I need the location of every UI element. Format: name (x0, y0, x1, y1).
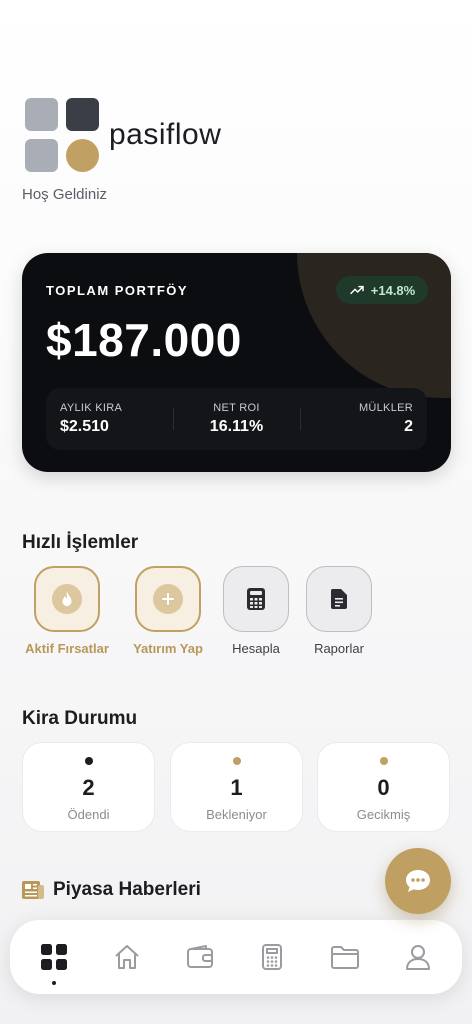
dashboard-grid-icon (41, 944, 68, 970)
app-name: pasiflow (109, 118, 222, 151)
stat-value: 2 (404, 418, 413, 435)
rent-card-pending[interactable]: 1 Bekleniyor (170, 742, 303, 832)
wallet-icon (186, 945, 213, 968)
chat-button[interactable] (385, 848, 451, 914)
flame-icon (52, 584, 82, 614)
stat-value: 16.11% (209, 418, 264, 435)
nav-profile[interactable] (398, 937, 438, 977)
logo-square (25, 98, 58, 131)
nav-dashboard[interactable] (34, 937, 74, 985)
nav-calculator[interactable] (252, 937, 292, 977)
nav-folder[interactable] (325, 937, 365, 977)
folder-icon (330, 946, 359, 969)
chat-bubble-icon (406, 870, 430, 892)
stat-label: AYLIK KIRA (60, 402, 123, 414)
logo-square (25, 139, 58, 172)
portfolio-label: TOPLAM PORTFÖY (46, 283, 189, 298)
calculator-icon (262, 944, 283, 970)
quick-action-button[interactable] (34, 566, 100, 632)
quick-action-button[interactable] (306, 566, 372, 632)
rent-count: 1 (230, 775, 243, 800)
logo-mark (25, 98, 99, 172)
quick-action-invest[interactable]: Yatırım Yap (118, 566, 218, 656)
user-icon (405, 945, 430, 970)
portfolio-card[interactable]: TOPLAM PORTFÖY +14.8% $187.000 AYLIK KIR… (22, 253, 451, 472)
stat-monthly-rent: AYLIK KIRA $2.510 (46, 402, 173, 436)
logo-circle (66, 139, 99, 172)
quick-action-label: Yatırım Yap (133, 641, 203, 656)
rent-count: 2 (82, 775, 95, 800)
stat-value: $2.510 (60, 418, 109, 435)
quick-action-reports[interactable]: Raporlar (289, 566, 389, 656)
nav-wallet[interactable] (180, 937, 220, 977)
welcome-text: Hoş Geldiniz (22, 186, 108, 203)
status-dot (84, 757, 93, 765)
active-indicator (52, 981, 57, 985)
quick-actions-title: Hızlı İşlemler (22, 532, 139, 553)
rent-card-paid[interactable]: 2 Ödendi (22, 742, 155, 832)
rent-count: 0 (377, 775, 390, 800)
bottom-navigation (10, 920, 462, 994)
stat-label: MÜLKLER (358, 402, 413, 414)
trending-up-icon (350, 285, 364, 295)
plus-circle-icon (153, 584, 183, 614)
rent-label: Gecikmiş (356, 807, 411, 822)
quick-action-label: Raporlar (314, 641, 364, 656)
stat-properties: MÜLKLER 2 (300, 402, 427, 436)
rent-status-title: Kira Durumu (22, 708, 138, 729)
card-decoration (297, 253, 451, 398)
rent-label: Ödendi (67, 807, 110, 822)
document-icon (330, 589, 347, 609)
change-badge: +14.8% (336, 276, 428, 304)
status-dot (232, 757, 241, 765)
quick-action-active-opportunities[interactable]: Aktif Fırsatlar (17, 566, 117, 656)
home-icon (115, 945, 139, 969)
change-value: +14.8% (370, 282, 416, 298)
portfolio-stats: AYLIK KIRA $2.510 NET ROI 16.11% MÜLKLER… (46, 388, 427, 450)
newspaper-icon (22, 881, 44, 899)
rent-card-overdue[interactable]: 0 Gecikmiş (317, 742, 450, 832)
rent-label: Bekleniyor (206, 807, 267, 822)
app-logo: pasiflow (25, 98, 221, 172)
portfolio-total: $187.000 (46, 314, 242, 366)
quick-action-label: Hesapla (232, 641, 280, 656)
calculator-icon (247, 588, 265, 610)
status-dot (379, 757, 388, 765)
nav-home[interactable] (107, 937, 147, 977)
quick-action-label: Aktif Fırsatlar (25, 641, 109, 656)
quick-action-button[interactable] (223, 566, 289, 632)
news-title: Piyasa Haberleri (53, 879, 201, 900)
quick-action-button[interactable] (135, 566, 201, 632)
stat-net-roi: NET ROI 16.11% (173, 402, 300, 436)
logo-square (66, 98, 99, 131)
stat-label: NET ROI (213, 402, 260, 414)
